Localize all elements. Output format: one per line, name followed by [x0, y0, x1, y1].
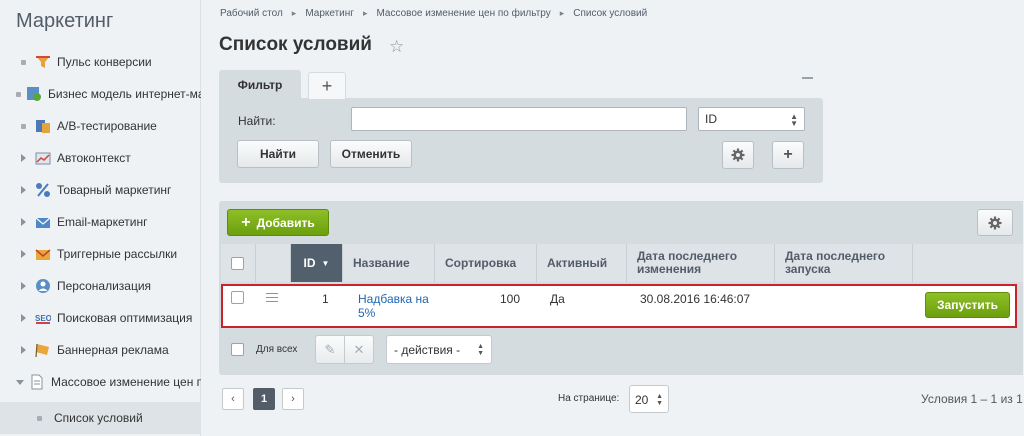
favorite-star-icon[interactable]: ☆ — [389, 37, 404, 57]
row-name-link[interactable]: Надбавка на 5% — [358, 292, 438, 320]
find-button[interactable]: Найти — [237, 140, 319, 168]
row-sort: 100 — [500, 292, 521, 306]
sidebar-item-seo[interactable]: SEO Поисковая оптимизация — [0, 302, 201, 334]
breadcrumb-item-desktop[interactable]: Рабочий стол — [220, 8, 283, 19]
search-field-select-value: ID — [705, 112, 717, 126]
plus-icon: + — [321, 75, 333, 96]
gear-icon — [731, 148, 745, 162]
total-count: Условия 1 – 1 из 1 — [921, 392, 1023, 406]
tab-filter[interactable]: Фильтр — [219, 70, 301, 99]
delete-x-icon[interactable]: ✕ — [345, 336, 373, 363]
sidebar-item-banner-ads[interactable]: Баннерная реклама — [0, 334, 201, 366]
row-id: 1 — [322, 292, 329, 306]
search-field-select[interactable]: ID ▲ ▼ — [698, 107, 805, 131]
business-model-icon — [26, 86, 42, 102]
sidebar-item-trigger-mailings[interactable]: Триггерные рассылки — [0, 238, 201, 270]
row-checkbox[interactable] — [231, 291, 244, 304]
column-header-id[interactable]: ID ▼ — [291, 244, 343, 282]
sidebar-item-mass-price-change[interactable]: Массовое изменение цен по фильтру — [0, 366, 201, 398]
updown-arrows-icon: ▲ ▼ — [656, 393, 663, 407]
per-page-label: На странице: — [558, 393, 620, 404]
chevron-left-icon: ‹ — [231, 393, 235, 405]
ab-test-icon — [35, 118, 51, 134]
run-button[interactable]: Запустить — [925, 292, 1010, 318]
funnel-icon — [35, 54, 51, 70]
edit-pencil-icon[interactable]: ✎ — [316, 336, 345, 363]
breadcrumb-separator-icon: ▸ — [559, 8, 565, 18]
plus-icon: + — [241, 213, 251, 231]
row-modified: 30.08.2016 16:46:07 — [640, 292, 751, 306]
minimize-filter-icon[interactable] — [802, 77, 813, 79]
sidebar-item-personalization[interactable]: Персонализация — [0, 270, 201, 302]
banner-icon — [35, 342, 51, 358]
bulk-edit-group: ✎ ✕ — [315, 335, 374, 364]
drag-handle-icon[interactable] — [266, 293, 278, 302]
breadcrumb-separator-icon: ▸ — [362, 8, 368, 18]
sidebar-title: Маркетинг — [16, 10, 114, 32]
cancel-button[interactable]: Отменить — [330, 140, 412, 168]
column-header-actions — [913, 244, 1023, 282]
plus-icon: + — [783, 146, 793, 163]
sidebar-item-business-model[interactable]: Бизнес модель интернет-магазина — [0, 78, 201, 110]
chart-icon — [35, 150, 51, 166]
add-filter-tab-button[interactable]: + — [308, 72, 346, 99]
trigger-mail-icon — [35, 246, 51, 262]
updown-arrows-icon: ▲ ▼ — [790, 112, 798, 128]
for-all-checkbox[interactable] — [231, 343, 244, 356]
add-button[interactable]: + Добавить — [227, 209, 329, 236]
grid-settings-button[interactable] — [977, 209, 1013, 236]
actions-select[interactable]: - действия - ▲ ▼ — [386, 335, 492, 364]
column-header-launched[interactable]: Дата последнего запуска — [775, 244, 913, 282]
for-all-label: Для всех — [256, 344, 298, 355]
email-icon — [35, 214, 51, 230]
sidebar-item-email-marketing[interactable]: Email-маркетинг — [0, 206, 201, 238]
per-page-select[interactable]: 20 ▲ ▼ — [629, 385, 669, 413]
column-header-name[interactable]: Название — [343, 244, 435, 282]
chevron-right-icon: › — [291, 393, 295, 405]
sidebar: Маркетинг Пульс конверсии Бизнес модель … — [0, 0, 201, 436]
breadcrumb-item-marketing[interactable]: Маркетинг — [305, 8, 354, 19]
drag-column-header — [256, 244, 291, 282]
seo-icon: SEO — [35, 310, 52, 326]
sidebar-item-product-marketing[interactable]: Товарный маркетинг — [0, 174, 201, 206]
breadcrumb-item-conditions-list[interactable]: Список условий — [573, 8, 647, 19]
sort-desc-icon: ▼ — [321, 258, 330, 268]
prev-page-button[interactable]: ‹ — [222, 388, 244, 410]
page-current[interactable]: 1 — [253, 388, 275, 410]
next-page-button[interactable]: › — [282, 388, 304, 410]
sidebar-item-autocontext[interactable]: Автоконтекст — [0, 142, 201, 174]
page-title: Список условий — [219, 34, 372, 55]
add-filter-field-button[interactable]: + — [772, 141, 804, 169]
table-header: ID ▼ Название Сортировка Активный Дата по… — [221, 244, 1023, 282]
column-header-active[interactable]: Активный — [537, 244, 627, 282]
column-header-sort[interactable]: Сортировка — [435, 244, 537, 282]
breadcrumb-item-mass-price-change[interactable]: Массовое изменение цен по фильтру — [376, 8, 550, 19]
select-all-checkbox[interactable] — [231, 256, 244, 270]
column-header-modified[interactable]: Дата последнего изменения — [627, 244, 775, 282]
find-label: Найти: — [238, 114, 276, 128]
updown-arrows-icon: ▲ ▼ — [477, 343, 484, 357]
sidebar-item-conversion[interactable]: Пульс конверсии — [0, 46, 201, 78]
breadcrumb-separator-icon: ▸ — [291, 8, 297, 18]
search-input[interactable] — [351, 107, 687, 131]
sidebar-item-ab-testing[interactable]: А/В-тестирование — [0, 110, 201, 142]
select-all-header — [221, 244, 256, 282]
percent-icon — [35, 182, 51, 198]
sidebar-item-conditions-list[interactable]: Список условий — [0, 402, 201, 434]
breadcrumb: Рабочий стол ▸ Маркетинг ▸ Массовое изме… — [220, 8, 647, 19]
filter-settings-button[interactable] — [722, 141, 754, 169]
gear-icon — [988, 216, 1002, 229]
document-icon — [29, 374, 45, 390]
row-active: Да — [550, 292, 565, 306]
person-icon — [35, 278, 51, 294]
svg-text:SEO: SEO — [35, 314, 51, 323]
table-row[interactable] — [221, 284, 1017, 328]
